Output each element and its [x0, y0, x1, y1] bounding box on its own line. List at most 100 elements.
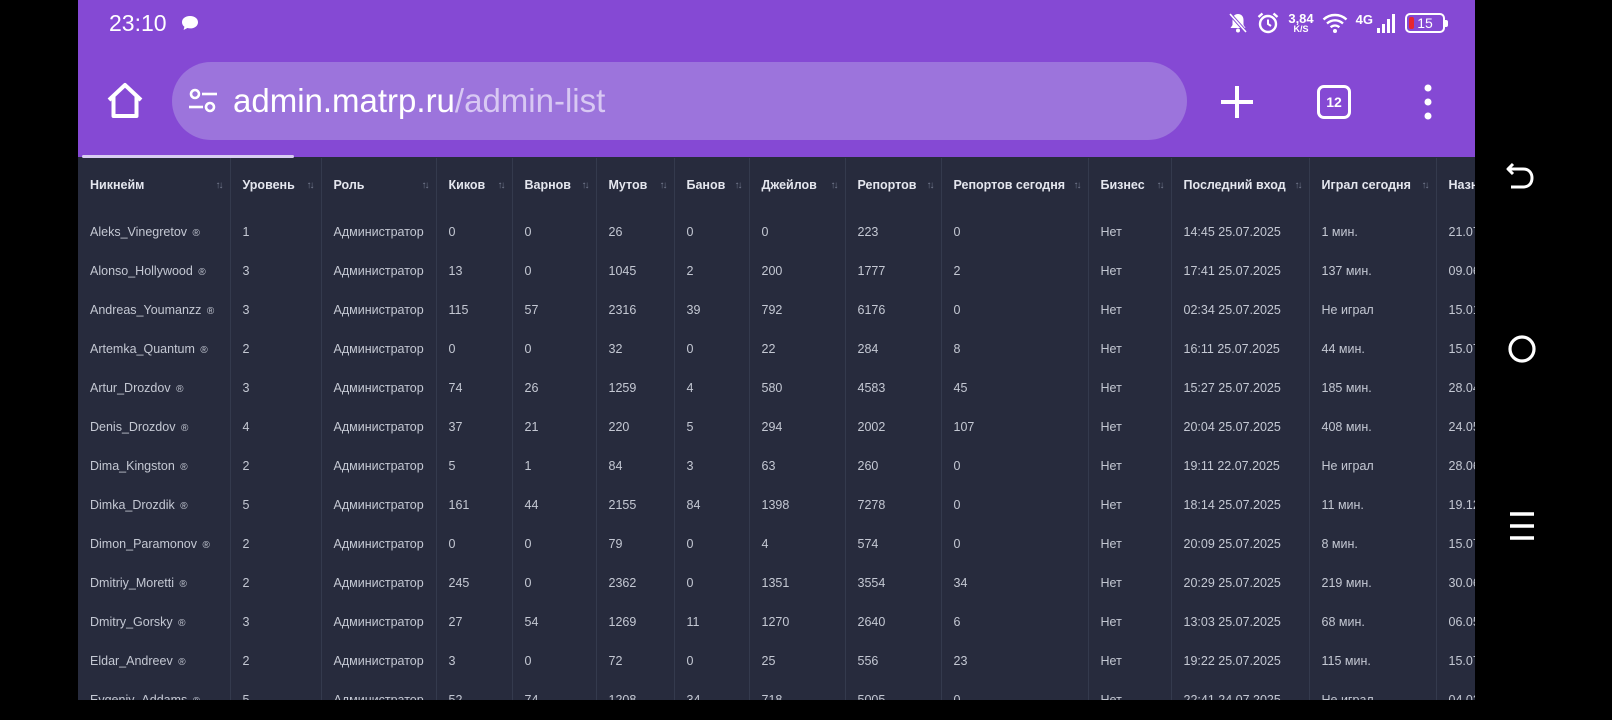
cell-text: 17:41 25.07.2025: [1183, 263, 1281, 278]
cell-text: 20:09 25.07.2025: [1183, 536, 1281, 551]
column-header[interactable]: Мутов ↑↓: [596, 158, 675, 212]
table-cell: 1045: [596, 251, 675, 290]
cell-text: 39: [686, 302, 701, 317]
cell-text: 24.05: [1448, 419, 1476, 434]
cell-text: 74: [524, 692, 539, 701]
sort-arrows-icon[interactable]: ↑↓: [1422, 180, 1430, 191]
table-row[interactable]: Andreas_Youmanzz ® 3 Администратор 115 57 231…: [78, 290, 1475, 329]
table-cell: 84: [674, 485, 750, 524]
cell-text: 0: [953, 302, 961, 317]
column-header[interactable]: Играл сегодня ↑↓: [1309, 158, 1437, 212]
table-row[interactable]: Denis_Drozdov ® 4 Администратор 37 21 220 5 294…: [78, 407, 1475, 446]
browser-chrome: 23:10 3,84 K/S 4G 15 admin.matrp.ru/admi…: [78, 0, 1475, 158]
cell-text: Администратор: [333, 614, 424, 629]
sort-arrows-icon[interactable]: ↑↓: [216, 180, 224, 191]
new-tab-plus-icon[interactable]: [1218, 83, 1256, 121]
table-cell: Администратор: [321, 524, 437, 563]
table-row[interactable]: Alonso_Hollywood ® 3 Администратор 13 0 1045 2…: [78, 251, 1475, 290]
column-header[interactable]: Банов ↑↓: [674, 158, 750, 212]
cell-text: 68 мин.: [1321, 614, 1365, 629]
tab-switcher-button[interactable]: 12: [1317, 85, 1351, 119]
column-header[interactable]: Репортов ↑↓: [845, 158, 942, 212]
url-text[interactable]: admin.matrp.ru/admin-list: [233, 81, 605, 121]
column-header[interactable]: Уровень ↑↓: [230, 158, 322, 212]
cell-text: 8: [953, 341, 961, 356]
cell-text: 45: [953, 380, 968, 395]
table-cell: 21: [512, 407, 597, 446]
table-row[interactable]: Aleks_Vinegretov ® 1 Администратор 0 0 26 0 0 22…: [78, 212, 1475, 251]
cell-text: 6: [953, 614, 961, 629]
table-cell: 0: [941, 446, 1089, 485]
column-header[interactable]: Репортов сегодня ↑↓: [941, 158, 1089, 212]
home-icon[interactable]: [105, 81, 145, 121]
cell-text: 0: [448, 224, 456, 239]
column-header[interactable]: Последний вход ↑↓: [1171, 158, 1310, 212]
registered-icon: ®: [180, 422, 189, 434]
table-cell: 15:27 25.07.2025: [1171, 368, 1310, 407]
table-cell: 5: [674, 407, 750, 446]
table-cell: 1259: [596, 368, 675, 407]
sort-arrows-icon[interactable]: ↑↓: [660, 180, 668, 191]
table-row[interactable]: Evgeniy_Addams ® 5 Администратор 52 74 1208 34…: [78, 680, 1475, 700]
column-header[interactable]: Бизнес ↑↓: [1088, 158, 1172, 212]
sort-arrows-icon[interactable]: ↑↓: [1074, 180, 1082, 191]
nickname-cell: Denis_Drozdov ®: [78, 407, 231, 446]
address-bar[interactable]: admin.matrp.ru/admin-list: [172, 62, 1187, 140]
recent-apps-icon[interactable]: [1508, 510, 1536, 542]
cell-text: 580: [761, 380, 783, 395]
table-cell: Администратор: [321, 368, 437, 407]
table-cell: Администратор: [321, 563, 437, 602]
cell-text: Администратор: [333, 575, 424, 590]
table-row[interactable]: Eldar_Andreev ® 2 Администратор 3 0 72 0 25 556 2…: [78, 641, 1475, 680]
nickname-cell: Evgeniy_Addams ®: [78, 680, 231, 700]
sort-arrows-icon[interactable]: ↑↓: [498, 180, 506, 191]
sort-arrows-icon[interactable]: ↑↓: [422, 180, 430, 191]
table-row[interactable]: Dmitriy_Moretti ® 2 Администратор 245 0 2362 0…: [78, 563, 1475, 602]
column-header-label: Никнейм: [90, 178, 145, 192]
table-row[interactable]: Artemka_Quantum ® 2 Администратор 0 0 32 0 22 28…: [78, 329, 1475, 368]
signal-strength-icon: [1377, 14, 1395, 33]
table-row[interactable]: Artur_Drozdov ® 3 Администратор 74 26 1259 4 58…: [78, 368, 1475, 407]
table-row[interactable]: Dimka_Drozdik ® 5 Администратор 161 44 2155 84…: [78, 485, 1475, 524]
column-header[interactable]: Киков ↑↓: [436, 158, 513, 212]
column-header[interactable]: Роль ↑↓: [321, 158, 437, 212]
sort-arrows-icon[interactable]: ↑↓: [1157, 180, 1165, 191]
table-cell: 15.07: [1436, 524, 1475, 563]
table-cell: 0: [436, 524, 513, 563]
column-header[interactable]: Назн↑↓: [1436, 158, 1475, 212]
table-cell: 260: [845, 446, 942, 485]
site-settings-icon[interactable]: [188, 86, 218, 116]
sort-arrows-icon[interactable]: ↑↓: [831, 180, 839, 191]
cell-text: Нет: [1100, 536, 1122, 551]
cell-text: Нет: [1100, 341, 1122, 356]
sort-arrows-icon[interactable]: ↑↓: [307, 180, 315, 191]
table-cell: 25: [749, 641, 846, 680]
admin-table-container[interactable]: Никнейм ↑↓ Уровень ↑↓ Роль ↑↓ Киков ↑↓ Варнов ↑↓ М…: [78, 158, 1475, 700]
table-cell: Нет: [1088, 446, 1172, 485]
sort-arrows-icon[interactable]: ↑↓: [1295, 180, 1303, 191]
table-cell: Нет: [1088, 212, 1172, 251]
cell-text: 34: [953, 575, 968, 590]
sort-arrows-icon[interactable]: ↑↓: [582, 180, 590, 191]
table-cell: 245: [436, 563, 513, 602]
home-circle-icon[interactable]: [1507, 334, 1537, 364]
cell-text: Нет: [1100, 497, 1122, 512]
column-header[interactable]: Никнейм ↑↓: [78, 158, 231, 212]
column-header-label: Играл сегодня: [1321, 178, 1411, 192]
url-path: /admin-list: [454, 82, 606, 119]
table-row[interactable]: Dimon_Paramonov ® 2 Администратор 0 0 79 0 4 574…: [78, 524, 1475, 563]
cell-text: Andreas_Youmanzz: [90, 302, 202, 317]
column-header[interactable]: Джейлов ↑↓: [749, 158, 846, 212]
table-cell: 200: [749, 251, 846, 290]
table-row[interactable]: Dima_Kingston ® 2 Администратор 5 1 84 3 63 260 0…: [78, 446, 1475, 485]
sort-arrows-icon[interactable]: ↑↓: [735, 180, 743, 191]
cell-text: 5005: [857, 692, 886, 701]
table-row[interactable]: Dmitry_Gorsky ® 3 Администратор 27 54 1269 11 1…: [78, 602, 1475, 641]
back-icon[interactable]: [1505, 160, 1537, 192]
sort-arrows-icon[interactable]: ↑↓: [927, 180, 935, 191]
nickname-cell: Dimon_Paramonov ®: [78, 524, 231, 563]
cell-text: 63: [761, 458, 776, 473]
column-header[interactable]: Варнов ↑↓: [512, 158, 597, 212]
more-options-icon[interactable]: [1416, 83, 1440, 121]
table-cell: 1270: [749, 602, 846, 641]
